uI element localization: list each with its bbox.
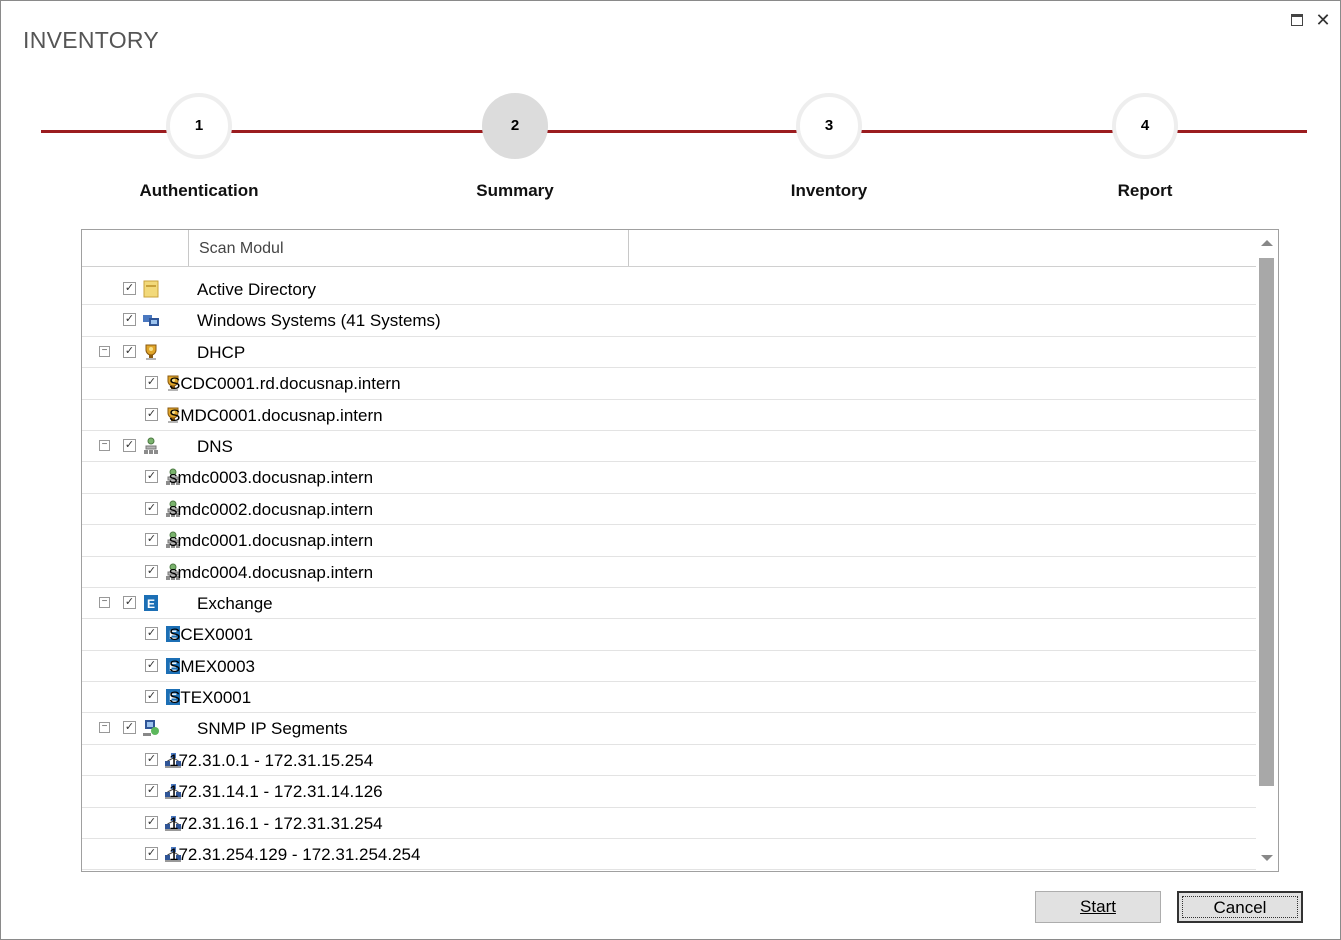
row-label: STEX0001 — [169, 688, 252, 708]
row-checkbox[interactable]: ✓ — [145, 533, 158, 547]
row-checkbox[interactable]: ✓ — [123, 721, 136, 735]
grid-header: Scan Modul — [82, 230, 1258, 267]
collapse-toggle-icon[interactable]: − — [99, 439, 110, 451]
row-checkbox[interactable]: ✓ — [123, 595, 136, 609]
tree-row[interactable]: ✓ SCDC0001.rd.docusnap.intern — [82, 368, 1256, 400]
tree-row[interactable]: ✓ 172.31.254.129 - 172.31.254.254 — [82, 839, 1256, 871]
row-label: DNS — [197, 436, 233, 456]
inventory-window: INVENTORY ✕ 1 Authentication 2 Summary 3… — [0, 0, 1341, 940]
row-label: 172.31.16.1 - 172.31.31.254 — [169, 813, 383, 833]
scan-module-grid: Scan Modul ✓ Active Directory ✓ Windows Sys… — [81, 229, 1279, 872]
row-checkbox[interactable]: ✓ — [123, 438, 136, 452]
row-label: SNMP IP Segments — [197, 719, 348, 739]
row-label: smdc0002.docusnap.intern — [169, 499, 374, 519]
start-button[interactable]: Start — [1035, 891, 1161, 923]
row-label: SCDC0001.rd.docusnap.intern — [169, 374, 401, 394]
step-number-1: 1 — [166, 93, 232, 159]
svg-text:E: E — [147, 597, 155, 611]
scroll-up-icon[interactable] — [1261, 240, 1273, 246]
tree-row[interactable]: ✓ 172.31.16.1 - 172.31.31.254 — [82, 808, 1256, 840]
dhcp-icon — [142, 343, 160, 361]
window-title: INVENTORY — [23, 27, 160, 53]
row-checkbox[interactable]: ✓ — [123, 313, 136, 327]
row-label: smdc0001.docusnap.intern — [169, 531, 374, 551]
row-label: Windows Systems (41 Systems) — [197, 311, 441, 331]
scroll-down-icon[interactable] — [1261, 855, 1273, 861]
row-checkbox[interactable]: ✓ — [145, 784, 158, 798]
vertical-scrollbar[interactable] — [1256, 230, 1278, 871]
tree-row[interactable]: ✓ smdc0004.docusnap.intern — [82, 557, 1256, 588]
collapse-toggle-icon[interactable]: − — [99, 722, 110, 734]
row-checkbox[interactable]: ✓ — [123, 282, 136, 295]
tree-row[interactable]: − ✓ DNS — [82, 431, 1256, 463]
scroll-thumb[interactable] — [1259, 258, 1274, 786]
step-inventory: 3 Inventory — [729, 93, 929, 201]
row-label: Active Directory — [197, 280, 317, 299]
row-checkbox[interactable]: ✓ — [145, 376, 158, 390]
row-checkbox[interactable]: ✓ — [145, 564, 158, 578]
windows-systems-icon — [142, 311, 160, 329]
row-label: 172.31.0.1 - 172.31.15.254 — [169, 750, 374, 770]
row-checkbox[interactable]: ✓ — [145, 847, 158, 861]
tree-row[interactable]: ✓ E SMEX0003 — [82, 651, 1256, 683]
wizard-stepper: 1 Authentication 2 Summary 3 Inventory 4… — [41, 93, 1307, 213]
close-icon[interactable]: ✕ — [1314, 11, 1332, 29]
tree-row[interactable]: ✓ smdc0002.docusnap.intern — [82, 494, 1256, 526]
row-checkbox[interactable]: ✓ — [145, 752, 158, 766]
tree-row[interactable]: − ✓ E Exchange — [82, 588, 1256, 620]
tree-row[interactable]: − ✓ SNMP IP Segments — [82, 713, 1256, 745]
tree-row[interactable]: ✓ smdc0003.docusnap.intern — [82, 462, 1256, 494]
step-number-3: 3 — [796, 93, 862, 159]
active-directory-icon — [142, 280, 160, 298]
grid-body: ✓ Active Directory ✓ Windows Systems (41 Sy… — [82, 274, 1256, 871]
collapse-toggle-icon[interactable]: − — [99, 345, 110, 357]
row-checkbox[interactable]: ✓ — [123, 344, 136, 358]
start-button-label: Start — [1080, 897, 1116, 916]
focus-rectangle — [1182, 896, 1298, 918]
row-label: 172.31.254.129 - 172.31.254.254 — [169, 845, 421, 865]
row-checkbox[interactable]: ✓ — [145, 627, 158, 641]
row-label: SMDC0001.docusnap.intern — [169, 405, 383, 425]
row-checkbox[interactable]: ✓ — [145, 470, 158, 484]
dns-icon — [142, 437, 160, 455]
header-cell-scan-modul[interactable]: Scan Modul — [189, 230, 629, 266]
tree-row[interactable]: ✓ Windows Systems (41 Systems) — [82, 305, 1256, 337]
tree-row[interactable]: ✓ E STEX0001 — [82, 682, 1256, 714]
cancel-button[interactable]: Cancel — [1177, 891, 1303, 923]
step-report: 4 Report — [1045, 93, 1245, 201]
row-checkbox[interactable]: ✓ — [145, 658, 158, 672]
step-number-2: 2 — [482, 93, 548, 159]
tree-row[interactable]: ✓ SMDC0001.docusnap.intern — [82, 400, 1256, 431]
row-label: smdc0004.docusnap.intern — [169, 562, 374, 582]
step-label: Summary — [476, 181, 554, 200]
row-label: DHCP — [197, 342, 246, 362]
row-label: Exchange — [197, 593, 273, 613]
tree-row[interactable]: − ✓ DHCP — [82, 337, 1256, 369]
maximize-icon[interactable] — [1288, 11, 1306, 29]
row-checkbox[interactable]: ✓ — [145, 501, 158, 515]
step-label: Report — [1117, 181, 1173, 200]
row-label: smdc0003.docusnap.intern — [169, 468, 374, 488]
step-number-4: 4 — [1112, 93, 1178, 159]
row-label: 172.31.14.1 - 172.31.14.126 — [169, 782, 383, 802]
tree-row[interactable]: ✓ 172.31.0.1 - 172.31.15.254 — [82, 745, 1256, 777]
tree-row[interactable]: ✓ smdc0001.docusnap.intern — [82, 525, 1256, 557]
step-label: Authentication — [139, 181, 259, 200]
row-label: SMEX0003 — [169, 656, 255, 676]
collapse-toggle-icon[interactable]: − — [99, 596, 110, 608]
tree-row[interactable]: ✓ 172.31.14.1 - 172.31.14.126 — [82, 776, 1256, 808]
tree-row[interactable]: ✓ Active Directory — [82, 274, 1256, 306]
step-summary: 2 Summary — [415, 93, 615, 201]
step-label: Inventory — [790, 181, 868, 200]
exchange-icon: E — [142, 594, 160, 612]
row-checkbox[interactable]: ✓ — [145, 815, 158, 829]
step-authentication: 1 Authentication — [99, 93, 299, 201]
row-checkbox[interactable]: ✓ — [145, 690, 158, 704]
header-cell-select[interactable] — [82, 230, 189, 266]
row-checkbox[interactable]: ✓ — [145, 407, 158, 421]
snmp-icon — [142, 719, 160, 737]
row-label: SCEX0001 — [169, 625, 254, 645]
tree-row[interactable]: ✓ E SCEX0001 — [82, 619, 1256, 651]
